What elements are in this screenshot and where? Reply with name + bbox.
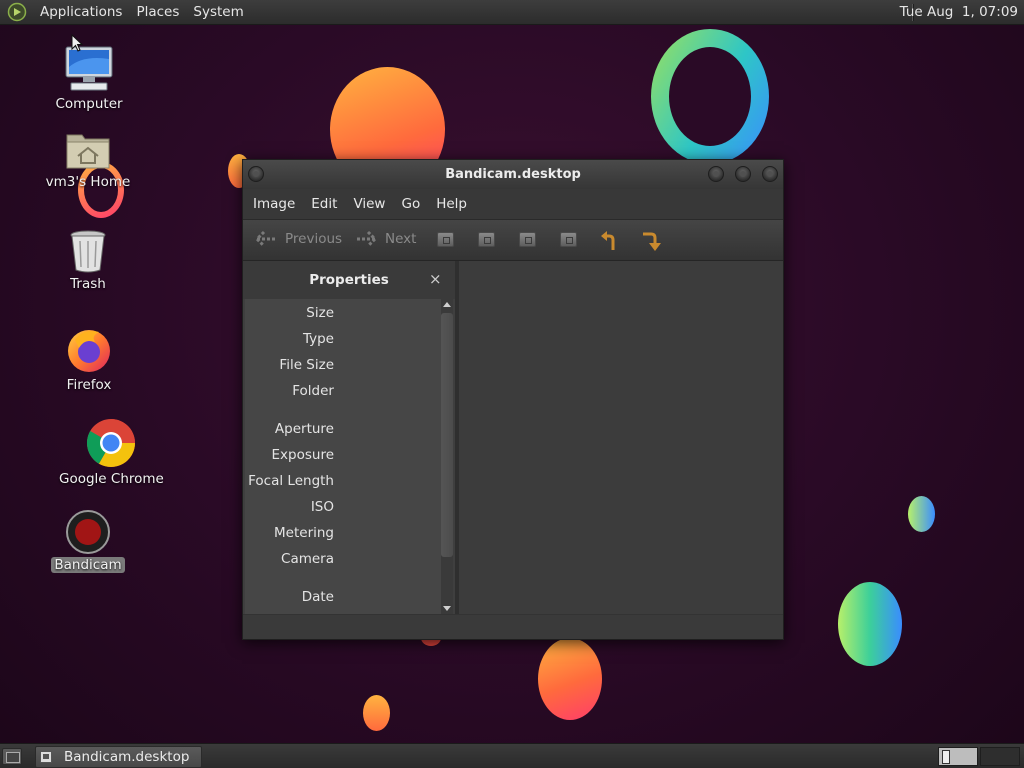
desktop-icon-label: Trash xyxy=(70,276,106,292)
desktop-icon-computer[interactable]: Computer xyxy=(34,45,144,112)
property-metering: Metering xyxy=(274,525,334,541)
sidepane-header: Properties × xyxy=(243,261,455,299)
bandicam-icon xyxy=(66,510,110,554)
menu-edit[interactable]: Edit xyxy=(305,196,343,212)
desktop-icon-label: Bandicam xyxy=(51,557,125,573)
computer-icon xyxy=(65,46,113,91)
property-focal-length: Focal Length xyxy=(248,473,334,489)
firefox-icon xyxy=(68,330,110,372)
property-folder: Folder xyxy=(292,383,334,399)
window-titlebar[interactable]: Bandicam.desktop xyxy=(243,160,783,189)
taskbar-button-bandicam[interactable]: Bandicam.desktop xyxy=(35,746,202,768)
mouse-cursor-icon xyxy=(71,34,83,52)
rotate-left-icon[interactable] xyxy=(599,230,619,252)
arrow-left-icon xyxy=(255,230,275,248)
property-date: Date xyxy=(301,589,334,605)
desktop-icon-trash[interactable]: Trash xyxy=(33,229,143,292)
next-label: Next xyxy=(385,231,417,247)
window-toolbar: Previous Next xyxy=(243,219,783,261)
sidepane-title: Properties xyxy=(309,272,389,288)
desktop-icon-chrome[interactable]: Google Chrome xyxy=(56,418,166,487)
desktop-icon-bandicam[interactable]: Bandicam xyxy=(33,510,143,573)
property-list[interactable]: Size Type File Size Folder Aperture Expo… xyxy=(245,299,441,614)
previous-label: Previous xyxy=(285,231,343,247)
property-aperture: Aperture xyxy=(274,421,334,437)
desktop-icon-firefox[interactable]: Firefox xyxy=(34,326,144,393)
wallpaper-orange-ellipse xyxy=(538,638,602,720)
property-type: Type xyxy=(302,331,334,347)
maximize-button[interactable] xyxy=(735,166,751,182)
arrow-right-icon xyxy=(357,230,377,248)
menu-view[interactable]: View xyxy=(347,196,391,212)
window-title: Bandicam.desktop xyxy=(445,167,581,182)
image-viewer-window: Bandicam.desktop Image Edit View Go Help… xyxy=(242,159,784,640)
scrollbar-thumb[interactable] xyxy=(441,313,453,557)
desktop-icon-label: vm3's Home xyxy=(45,174,131,190)
wallpaper-small-orange xyxy=(363,695,390,731)
wallpaper-green-blue-ellipse xyxy=(838,582,902,666)
window-menubar: Image Edit View Go Help xyxy=(243,189,783,219)
menu-applications[interactable]: Applications xyxy=(33,4,129,20)
trash-icon xyxy=(70,230,106,273)
workspace-2[interactable] xyxy=(980,747,1020,766)
show-desktop-icon[interactable] xyxy=(2,748,22,765)
property-exposure: Exposure xyxy=(271,447,335,463)
wallpaper-green-blue-dot xyxy=(908,496,935,532)
window-statusbar xyxy=(243,614,783,639)
zoom-fit-icon[interactable] xyxy=(560,232,577,247)
zoom-normal-icon[interactable] xyxy=(519,232,536,247)
scroll-up-icon[interactable] xyxy=(443,302,451,307)
next-button[interactable]: Next xyxy=(355,230,416,248)
top-panel: Applications Places System Tue Aug 1, 07… xyxy=(0,0,1024,25)
properties-sidepane: Properties × Size Type File Size Folder … xyxy=(243,261,455,614)
menu-image[interactable]: Image xyxy=(247,196,301,212)
menu-system[interactable]: System xyxy=(186,4,250,20)
rotate-right-icon[interactable] xyxy=(641,230,661,252)
sidepane-scrollbar[interactable] xyxy=(441,299,453,614)
property-camera: Camera xyxy=(281,551,334,567)
property-size: Size xyxy=(306,305,334,321)
taskbar-label: Bandicam.desktop xyxy=(64,749,190,765)
menu-logo-icon[interactable] xyxy=(7,2,27,22)
close-sidepane-icon[interactable]: × xyxy=(429,270,442,288)
window-content: Properties × Size Type File Size Folder … xyxy=(243,261,783,639)
image-viewer-icon xyxy=(40,751,52,763)
menu-help[interactable]: Help xyxy=(430,196,473,212)
chrome-icon xyxy=(86,419,135,468)
desktop-icon-label: Computer xyxy=(55,96,123,112)
desktop-icon-label: Firefox xyxy=(66,377,112,393)
menu-go[interactable]: Go xyxy=(395,196,426,212)
zoom-in-icon[interactable] xyxy=(437,232,454,247)
property-file-size: File Size xyxy=(279,357,334,373)
previous-button[interactable]: Previous xyxy=(255,230,342,248)
scroll-down-icon[interactable] xyxy=(443,606,451,611)
menu-places[interactable]: Places xyxy=(129,4,186,20)
image-display-area[interactable] xyxy=(459,261,783,614)
minimize-button[interactable] xyxy=(708,166,724,182)
zoom-out-icon[interactable] xyxy=(478,232,495,247)
desktop-icon-label: Google Chrome xyxy=(59,471,164,487)
wallpaper-ring xyxy=(651,29,769,164)
workspace-1[interactable] xyxy=(938,747,978,766)
clock[interactable]: Tue Aug 1, 07:09 xyxy=(900,4,1018,20)
bottom-panel: Bandicam.desktop xyxy=(0,743,1024,768)
property-iso: ISO xyxy=(310,499,334,515)
home-folder-icon xyxy=(66,134,110,169)
desktop-icon-home[interactable]: vm3's Home xyxy=(33,129,143,190)
close-button[interactable] xyxy=(762,166,778,182)
